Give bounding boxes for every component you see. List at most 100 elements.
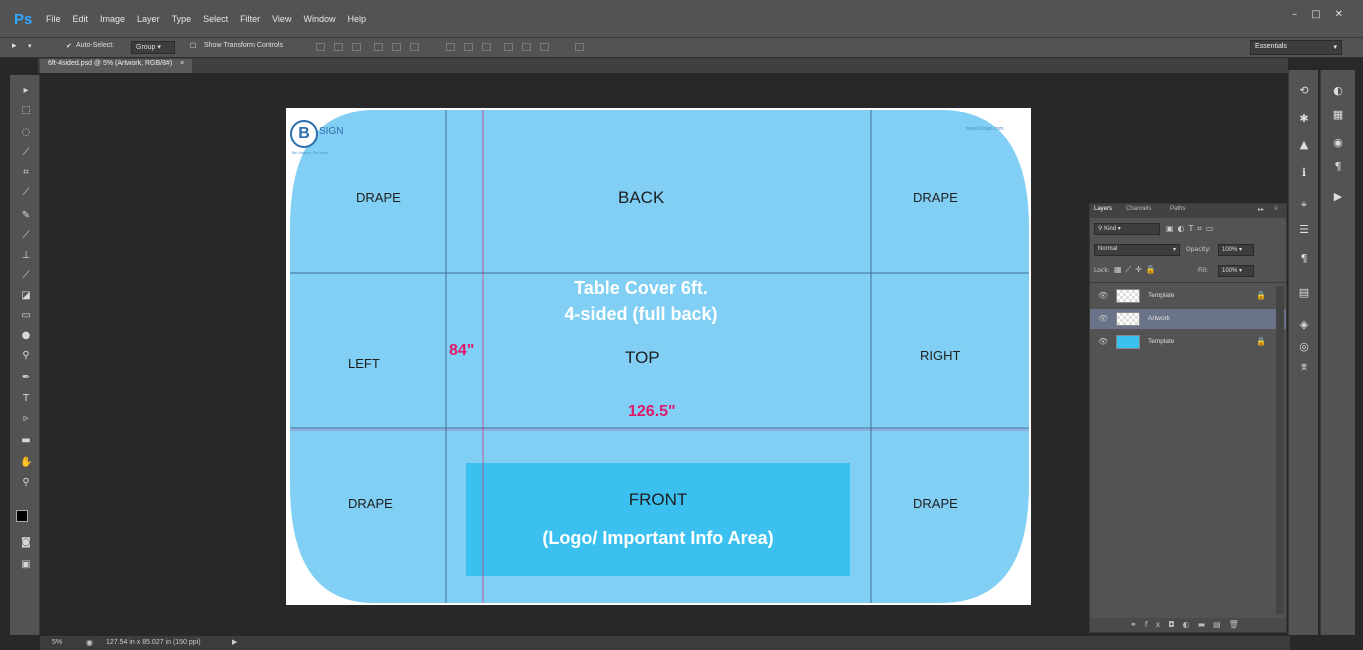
menu-filter[interactable]: Filter [240,14,260,24]
align-left-icon[interactable] [374,43,383,51]
marquee-tool-icon[interactable]: ⬚ [20,105,32,117]
align-hcenter-icon[interactable] [392,43,401,51]
menu-type[interactable]: Type [172,14,192,24]
move-tool-icon[interactable]: ▸ [20,85,32,97]
tab-layers[interactable]: Layers [1094,206,1112,212]
brush-tool-icon[interactable]: ⟋ [20,230,32,242]
menu-layer[interactable]: Layer [137,14,160,24]
lock-icons[interactable]: ▦⟋✛🔒 [1114,265,1160,275]
channels-panel-icon[interactable]: ◎ [1297,340,1311,353]
tab-paths[interactable]: Paths [1170,206,1185,212]
eraser-tool-icon[interactable]: ◪ [20,290,32,302]
crop-tool-icon[interactable]: ⌗ [20,167,32,179]
auto-select-checkbox[interactable]: ✔ [66,42,72,50]
paragraph-panel-icon[interactable]: ¶ [1331,160,1345,173]
healing-brush-tool-icon[interactable]: ✎ [20,210,32,222]
lasso-tool-icon[interactable]: ◌ [20,127,32,139]
status-menu-arrow-icon[interactable]: ▶ [232,638,237,646]
zoom-level[interactable]: 5% [52,639,62,646]
quick-mask-icon[interactable]: ◙ [20,537,32,549]
hand-tool-icon[interactable]: ✋ [20,457,32,469]
blur-tool-icon[interactable]: ● [20,330,32,342]
layer-row[interactable]: 👁 Template 🔒 [1090,332,1286,352]
paths-panel-icon[interactable]: ⌆ [1297,360,1311,373]
menu-image[interactable]: Image [100,14,125,24]
styles-panel-icon[interactable]: ◉ [1331,136,1345,149]
width-dimension: 126.5" [628,403,676,420]
close-button[interactable]: ✕ [1335,9,1343,20]
panel-collapse-icon[interactable]: ▸▸ [1258,206,1264,213]
character-panel-icon[interactable]: ¶ [1297,252,1311,265]
opacity-input[interactable]: 100% ▾ [1218,244,1254,256]
dodge-tool-icon[interactable]: ⚲ [20,350,32,362]
history-brush-tool-icon[interactable]: ⟋ [20,270,32,282]
menu-window[interactable]: Window [303,14,335,24]
menu-file[interactable]: File [46,14,61,24]
history-panel-icon[interactable]: ⟲ [1297,84,1311,97]
move-tool-icon[interactable]: ▸ [12,40,17,51]
front-sub-label: (Logo/ Important Info Area) [542,528,774,548]
distribute-right-icon[interactable] [540,43,549,51]
align-top-icon[interactable] [316,43,325,51]
minimize-button[interactable]: – [1292,9,1297,20]
restore-button[interactable]: □ [1311,9,1320,20]
layers-panel-icon[interactable]: ◈ [1297,318,1311,331]
status-info-icon[interactable]: ◉ [86,638,93,647]
document-tab[interactable]: 6ft-4sided.psd @ 5% (Artwork, RGB/8#) × [40,59,193,73]
color-panel-icon[interactable]: ◐ [1331,84,1345,97]
path-selection-tool-icon[interactable]: ▹ [20,413,32,425]
close-tab-icon[interactable]: × [180,60,184,67]
filter-kind-dropdown[interactable]: ⚲ Kind ▾ [1094,223,1160,235]
layer-action-icons[interactable]: ⚭fx◘◐▬▤🗑 [1130,620,1247,629]
screen-mode-icon[interactable]: ▣ [20,559,32,571]
rectangle-tool-icon[interactable]: ▬ [20,435,32,447]
align-vcenter-icon[interactable] [334,43,343,51]
brush-panel-icon[interactable]: ⌖ [1297,198,1311,212]
fill-input[interactable]: 100% ▾ [1218,265,1254,277]
tool-preset-chevron-down-icon[interactable]: ▾ [28,42,32,50]
menu-edit[interactable]: Edit [73,14,89,24]
info-panel-icon[interactable]: ℹ [1297,166,1311,179]
foreground-color-swatch[interactable] [16,510,28,522]
menu-select[interactable]: Select [203,14,228,24]
layer-row[interactable]: 👁 Template 🔒 [1090,286,1286,306]
panel-icon-strip-2: ◐ ▦ ◉ ¶ ▶ [1320,70,1355,635]
align-right-icon[interactable] [410,43,419,51]
actions-panel-icon[interactable]: ▶ [1331,190,1345,203]
adjustments-panel-icon[interactable]: ✱ [1297,112,1311,125]
notes-panel-icon[interactable]: ▤ [1297,286,1311,299]
swatches-panel-icon[interactable]: ▦ [1331,108,1345,121]
tab-channels[interactable]: Channels [1126,206,1151,212]
layer-thumbnail [1116,335,1140,349]
menu-help[interactable]: Help [347,14,366,24]
distribute-hcenter-icon[interactable] [522,43,531,51]
blend-mode-dropdown[interactable]: Normal ▾ [1094,244,1180,256]
visibility-eye-icon[interactable]: 👁 [1098,291,1108,300]
zoom-tool-icon[interactable]: ⚲ [20,477,32,489]
auto-align-icon[interactable] [575,43,584,51]
visibility-eye-icon[interactable]: 👁 [1098,314,1108,323]
distribute-vcenter-icon[interactable] [464,43,473,51]
gradient-tool-icon[interactable]: ▭ [20,310,32,322]
auto-select-dropdown[interactable]: Group ▾ [131,41,175,54]
filter-type-icons[interactable]: ▣◐T⌗▭ [1166,224,1218,234]
pen-tool-icon[interactable]: ✒ [20,372,32,384]
layer-row-selected[interactable]: 👁 Artwork [1090,309,1286,329]
workspace-dropdown[interactable]: Essentials ▾ [1250,40,1342,55]
document-canvas[interactable]: B SIGN Be Unique. Be Seen. www.b3sign.co… [286,108,1031,605]
type-tool-icon[interactable]: T [20,393,32,405]
properties-panel-icon[interactable]: ☰ [1297,223,1311,236]
distribute-left-icon[interactable] [504,43,513,51]
align-bottom-icon[interactable] [352,43,361,51]
clone-stamp-tool-icon[interactable]: ⊥ [20,250,32,262]
visibility-eye-icon[interactable]: 👁 [1098,337,1108,346]
distribute-top-icon[interactable] [446,43,455,51]
menu-view[interactable]: View [272,14,291,24]
eyedropper-tool-icon[interactable]: ⟋ [20,187,32,199]
panel-menu-icon[interactable]: ≡ [1274,206,1278,212]
quick-select-tool-icon[interactable]: ⟋ [20,147,32,159]
layers-scrollbar[interactable] [1276,286,1284,614]
show-transform-checkbox[interactable]: ☐ [190,42,196,50]
histogram-panel-icon[interactable]: ▲ [1297,138,1311,151]
distribute-bottom-icon[interactable] [482,43,491,51]
